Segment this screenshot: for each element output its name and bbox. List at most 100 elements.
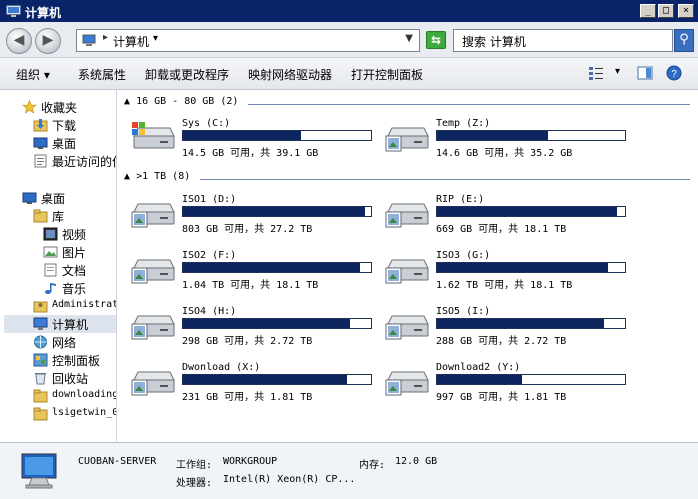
nav-label: 桌面 — [41, 192, 66, 206]
nav-desktop-favorite[interactable]: 桌面 — [33, 134, 116, 152]
nav-recent-places[interactable]: 最近访问的位置 — [33, 152, 116, 170]
nav-computer[interactable]: 计算机 — [4, 315, 116, 333]
view-dropdown-icon[interactable]: ▾ — [615, 66, 620, 77]
preview-pane-icon[interactable] — [637, 65, 653, 81]
drive-name: ISO4 (H:) — [182, 306, 237, 317]
drive-usage-bar — [182, 206, 372, 217]
drive-name: Dwonload (X:) — [182, 362, 261, 373]
network-drive-icon — [131, 315, 175, 340]
nav-music[interactable]: 音乐 — [43, 279, 116, 297]
drive-usage-fill — [183, 207, 366, 216]
nav-administrator[interactable]: Administrator — [33, 297, 116, 315]
address-bar[interactable]: ▸ 计算机 ▾ ▼ — [76, 29, 420, 52]
drive-name: Download2 (Y:) — [436, 362, 521, 373]
computer-icon — [82, 34, 96, 46]
drive-usage-bar — [182, 262, 372, 273]
nav-favorites[interactable]: 收藏夹 — [22, 98, 116, 116]
command-toolbar: 组织 ▾ 系统属性 卸载或更改程序 映射网络驱动器 打开控制面板 ▾ ? — [0, 58, 698, 90]
drive-usage-bar — [182, 318, 372, 329]
drive-tile[interactable]: ISO2 (F:) 1.04 TB 可用，共 18.1 TB — [130, 250, 382, 291]
maximize-button[interactable]: □ — [658, 4, 674, 18]
network-drive-icon — [131, 371, 175, 396]
drive-tile[interactable]: ISO1 (D:) 803 GB 可用，共 27.2 TB — [130, 194, 382, 235]
network-icon — [34, 335, 47, 349]
nav-label: 控制面板 — [52, 354, 101, 368]
nav-desktop[interactable]: 桌面 — [22, 189, 116, 207]
help-icon[interactable]: ? — [666, 65, 682, 81]
nav-label: 桌面 — [52, 137, 77, 151]
system-drive-icon — [132, 122, 175, 149]
refresh-button[interactable]: ⇆ — [426, 31, 446, 49]
minimize-button[interactable]: _ — [640, 4, 656, 18]
drive-free-space: 1.62 TB 可用，共 18.1 TB — [436, 280, 573, 291]
breadcrumb-separator-icon[interactable]: ▸ — [103, 32, 108, 43]
forward-arrow-icon: ▶ — [42, 32, 54, 48]
nav-network[interactable]: 网络 — [33, 333, 116, 351]
chevron-down-icon: ▾ — [43, 68, 50, 82]
system-properties-button[interactable]: 系统属性 — [78, 66, 126, 83]
drive-tile[interactable]: RIP (E:) 669 GB 可用，共 18.1 TB — [384, 194, 636, 235]
navigation-pane: 收藏夹 下载 桌面 最近访问的位置 桌面 库 视频 图片 文档 音乐 Admin… — [0, 90, 117, 442]
network-drive-icon — [385, 371, 429, 396]
drive-name: RIP (E:) — [436, 194, 485, 205]
nav-label: lsigetwin_04 — [52, 407, 116, 418]
network-drive-icon — [385, 259, 429, 284]
address-dropdown-icon[interactable]: ▼ — [405, 33, 413, 44]
drive-name: Sys (C:) — [182, 118, 231, 129]
drive-tile[interactable]: Download2 (Y:) 997 GB 可用，共 1.81 TB — [384, 362, 636, 403]
nav-videos[interactable]: 视频 — [43, 225, 116, 243]
search-button[interactable]: ⚲ — [674, 29, 694, 52]
nav-label: 下载 — [52, 119, 77, 133]
nav-libraries[interactable]: 库 — [33, 207, 116, 225]
drive-tile[interactable]: Sys (C:) 14.5 GB 可用，共 39.1 GB — [130, 118, 382, 159]
drive-usage-bar — [436, 130, 626, 141]
folder-icon — [33, 407, 48, 421]
organize-button[interactable]: 组织 ▾ — [16, 66, 50, 83]
drive-tile[interactable]: ISO4 (H:) 298 GB 可用，共 2.72 TB — [130, 306, 382, 347]
music-note-icon — [45, 283, 56, 294]
drive-usage-fill — [437, 131, 548, 140]
nav-downloads[interactable]: 下载 — [33, 116, 116, 134]
view-options-icon[interactable] — [588, 65, 604, 81]
drive-free-space: 14.5 GB 可用，共 39.1 GB — [182, 148, 319, 159]
documents-icon — [44, 263, 57, 277]
uninstall-programs-button[interactable]: 卸载或更改程序 — [145, 66, 229, 83]
nav-label: 网络 — [52, 336, 77, 350]
group-divider — [200, 179, 690, 180]
nav-control-panel[interactable]: 控制面板 — [33, 351, 116, 369]
nav-label: 回收站 — [52, 372, 89, 386]
open-control-panel-button[interactable]: 打开控制面板 — [351, 66, 423, 83]
search-input[interactable]: 搜索 计算机 — [453, 29, 673, 52]
drive-usage-fill — [183, 319, 351, 328]
nav-pictures[interactable]: 图片 — [43, 243, 116, 261]
nav-label: 视频 — [62, 228, 87, 242]
processor-label: 处理器: — [176, 478, 213, 489]
nav-downloading-folder[interactable]: downloading — [33, 387, 116, 405]
drives-view: ▲ 16 GB - 80 GB (2) ▲ >1 TB (8) Sys (C:)… — [118, 90, 698, 442]
network-drive-icon — [131, 259, 175, 284]
breadcrumb-chevron-icon[interactable]: ▾ — [153, 33, 158, 44]
group-label: >1 TB (8) — [136, 171, 191, 182]
map-network-drive-button[interactable]: 映射网络驱动器 — [248, 66, 332, 83]
computer-name: CUOBAN-SERVER — [78, 456, 157, 467]
drive-tile[interactable]: Dwonload (X:) 231 GB 可用，共 1.81 TB — [130, 362, 382, 403]
recycle-bin-icon — [35, 373, 46, 385]
nav-documents[interactable]: 文档 — [43, 261, 116, 279]
group-header-small[interactable]: ▲ 16 GB - 80 GB (2) — [124, 96, 692, 112]
breadcrumb-computer[interactable]: 计算机 — [113, 33, 149, 50]
library-folder-icon — [33, 209, 48, 223]
drive-tile[interactable]: ISO5 (I:) 288 GB 可用，共 2.72 TB — [384, 306, 636, 347]
drive-tile[interactable]: Temp (Z:) 14.6 GB 可用，共 35.2 GB — [384, 118, 636, 159]
back-button[interactable]: ◀ — [6, 28, 32, 54]
group-header-large[interactable]: ▲ >1 TB (8) — [124, 171, 692, 187]
nav-lsigetwin-folder[interactable]: lsigetwin_04 — [33, 405, 116, 423]
drive-usage-bar — [436, 374, 626, 385]
folder-icon — [33, 389, 48, 403]
close-button[interactable]: × — [678, 4, 694, 18]
computer-icon — [6, 5, 21, 17]
forward-button[interactable]: ▶ — [35, 28, 61, 54]
drive-tile[interactable]: ISO3 (G:) 1.62 TB 可用，共 18.1 TB — [384, 250, 636, 291]
nav-recycle-bin[interactable]: 回收站 — [33, 369, 116, 387]
processor-value: Intel(R) Xeon(R) CP... — [223, 474, 356, 485]
nav-label: 图片 — [62, 246, 87, 260]
